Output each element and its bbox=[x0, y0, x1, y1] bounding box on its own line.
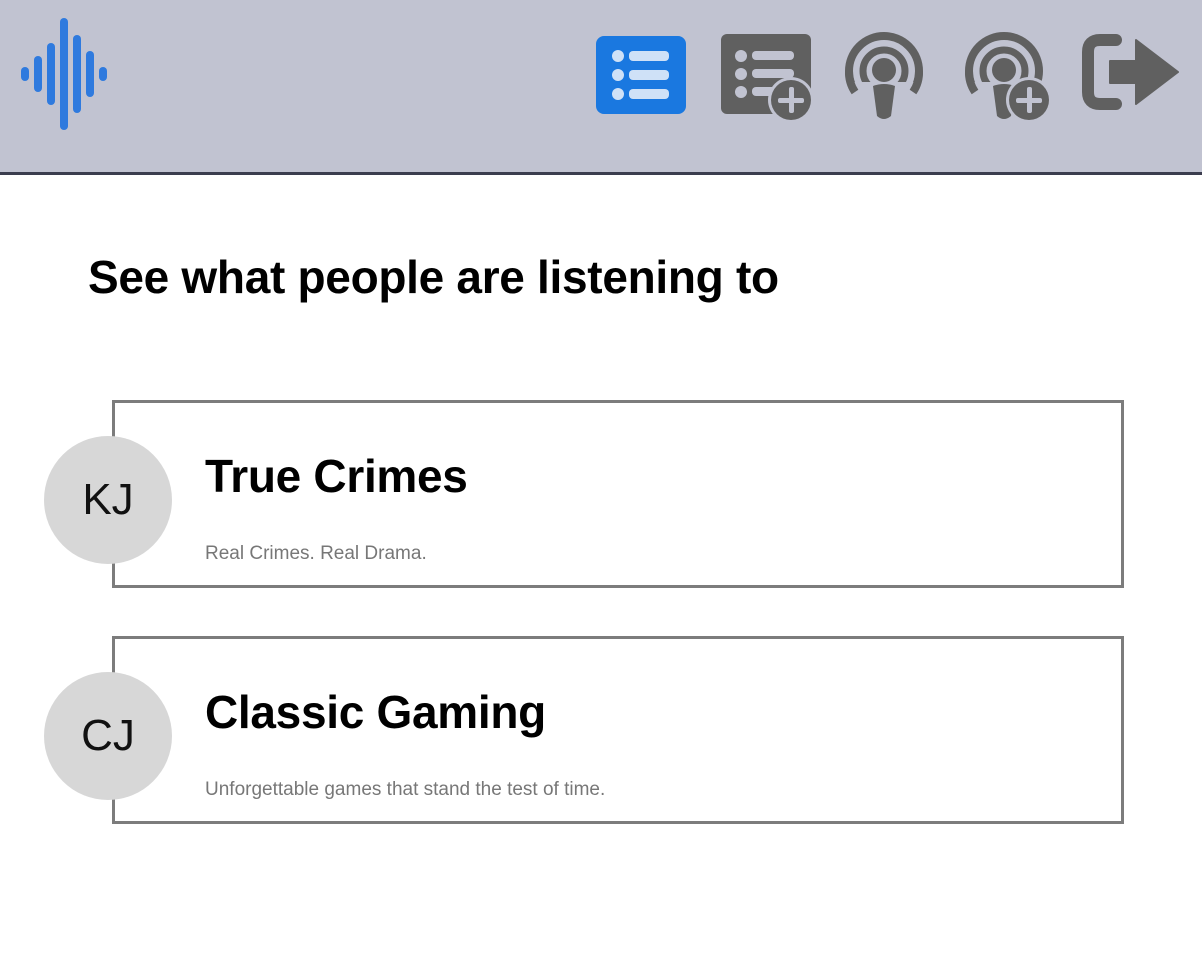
app-root: See what people are listening to True Cr… bbox=[0, 0, 1202, 964]
playlist-card[interactable]: Classic Gaming Unforgettable games that … bbox=[112, 636, 1124, 824]
top-header bbox=[0, 0, 1202, 175]
add-list-icon bbox=[720, 30, 816, 122]
page-title: See what people are listening to bbox=[88, 251, 779, 303]
playlist-card[interactable]: True Crimes Real Crimes. Real Drama. bbox=[112, 400, 1124, 588]
user-avatar[interactable]: KJ bbox=[44, 436, 172, 564]
playlist-description: Unforgettable games that stand the test … bbox=[205, 779, 606, 800]
playlist-description: Real Crimes. Real Drama. bbox=[205, 543, 427, 564]
nav-podcasts-button[interactable] bbox=[844, 30, 926, 122]
soundwave-logo-icon[interactable] bbox=[18, 16, 112, 134]
user-avatar[interactable]: CJ bbox=[44, 672, 172, 800]
nav-add-list-button[interactable] bbox=[720, 30, 816, 122]
nav-feed-button[interactable] bbox=[595, 30, 687, 122]
playlist-title: True Crimes bbox=[205, 450, 468, 502]
list-icon bbox=[595, 30, 687, 116]
podcast-icon bbox=[844, 30, 926, 122]
add-podcast-icon bbox=[963, 30, 1055, 122]
logout-icon bbox=[1082, 30, 1180, 116]
nav-add-podcast-button[interactable] bbox=[963, 30, 1055, 122]
playlist-title: Classic Gaming bbox=[205, 686, 546, 738]
nav-logout-button[interactable] bbox=[1082, 30, 1180, 122]
